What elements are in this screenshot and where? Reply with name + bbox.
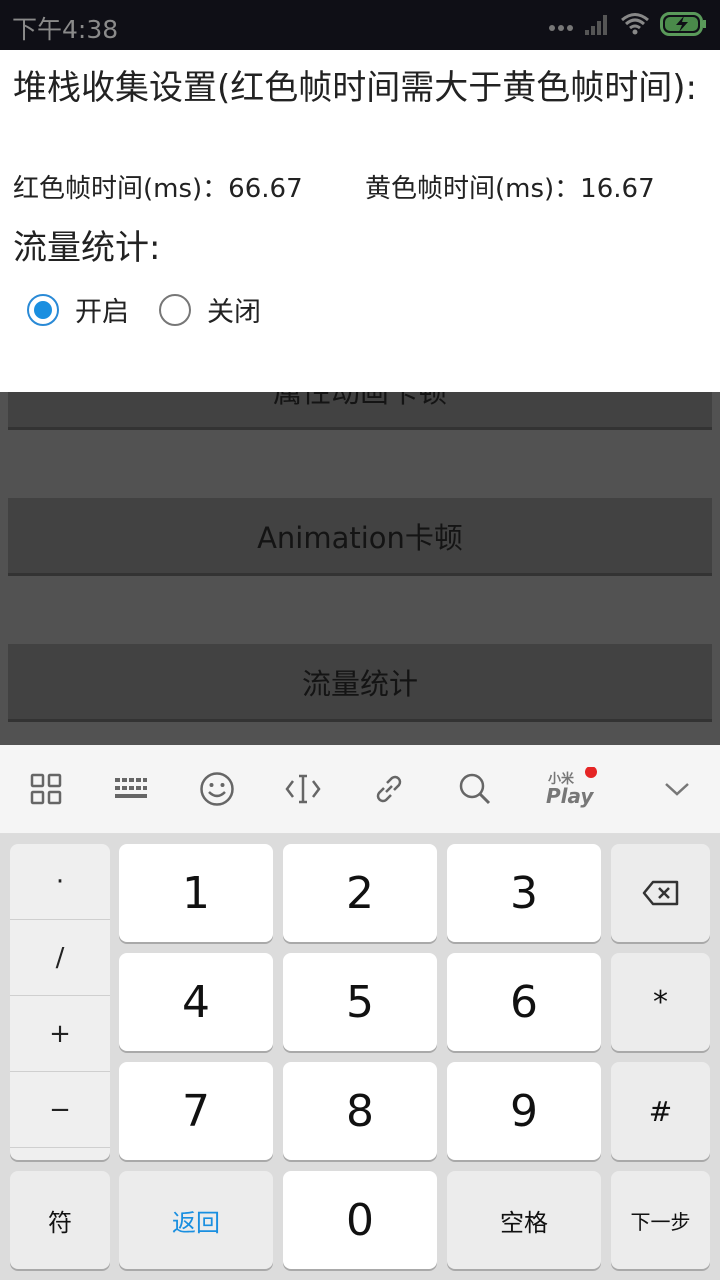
screen: 属性动画卡顿 Animation卡顿 流量统计 下午4:38 堆栈收集设置(红色…	[0, 0, 720, 1280]
key-5[interactable]: 5	[283, 953, 437, 1051]
key-6[interactable]: 6	[447, 953, 601, 1051]
wifi-icon	[620, 12, 650, 40]
key-hash[interactable]: #	[611, 1062, 710, 1160]
mi-play-icon[interactable]: 小米 Play	[540, 765, 600, 813]
svg-text:Play: Play	[546, 784, 594, 808]
yellow-frame-time[interactable]: 黄色帧时间(ms)：16.67	[365, 168, 655, 205]
traffic-stats-button[interactable]: 流量统计	[8, 644, 712, 722]
radio-disable-unchecked-icon[interactable]	[159, 293, 191, 326]
yellow-frame-value[interactable]: 16.67	[580, 174, 654, 204]
key-dot[interactable]: ·	[10, 844, 110, 920]
status-time: 下午4:38	[12, 15, 119, 44]
radio-enable[interactable]: 开启	[27, 290, 129, 329]
battery-charging-icon	[660, 11, 708, 41]
numeric-keyboard: · / + − 1 2 3 4 5 6 * 7 8 9 # 符 返回 0 空格 …	[0, 834, 720, 1280]
key-3[interactable]: 3	[447, 844, 601, 942]
grid-icon[interactable]	[22, 765, 70, 813]
emoji-icon[interactable]	[193, 765, 241, 813]
key-minus[interactable]: −	[10, 1072, 110, 1148]
space-key[interactable]: 空格	[447, 1171, 601, 1269]
keyboard-icon[interactable]	[107, 765, 155, 813]
link-icon[interactable]	[365, 765, 413, 813]
key-8[interactable]: 8	[283, 1062, 437, 1160]
key-0[interactable]: 0	[283, 1171, 437, 1269]
next-key[interactable]: 下一步	[611, 1171, 710, 1269]
key-star[interactable]: *	[611, 953, 710, 1051]
backspace-key[interactable]	[611, 844, 710, 942]
animation-jank-button[interactable]: Animation卡顿	[8, 498, 712, 576]
collapse-chevron-down-icon[interactable]	[653, 765, 701, 813]
radio-disable-label: 关闭	[207, 297, 261, 328]
signal-dots-icon	[548, 17, 574, 36]
symbol-column: · / + −	[10, 844, 110, 1160]
key-2[interactable]: 2	[283, 844, 437, 942]
key-7[interactable]: 7	[119, 1062, 273, 1160]
backspace-icon	[642, 880, 678, 906]
key-1[interactable]: 1	[119, 844, 273, 942]
radio-disable[interactable]: 关闭	[159, 290, 261, 329]
keyboard-toolbar: 小米 Play	[0, 745, 720, 834]
cell-signal-icon	[584, 12, 610, 40]
traffic-stats-label: 流量统计:	[13, 228, 161, 268]
radio-enable-label: 开启	[75, 297, 129, 328]
key-9[interactable]: 9	[447, 1062, 601, 1160]
yellow-frame-label: 黄色帧时间(ms)：	[365, 174, 581, 204]
key-plus[interactable]: +	[10, 996, 110, 1072]
key-slash[interactable]: /	[10, 920, 110, 996]
red-frame-label: 红色帧时间(ms)：	[13, 174, 229, 204]
red-frame-value[interactable]: 66.67	[228, 174, 302, 204]
search-icon[interactable]	[451, 765, 499, 813]
key-4[interactable]: 4	[119, 953, 273, 1051]
status-bar: 下午4:38	[0, 0, 720, 50]
stack-settings-dialog: 堆栈收集设置(红色帧时间需大于黄色帧时间): 红色帧时间(ms)：66.67 黄…	[0, 50, 720, 392]
cursor-icon[interactable]	[279, 765, 327, 813]
radio-enable-checked-icon[interactable]	[27, 293, 59, 326]
back-key[interactable]: 返回	[119, 1171, 273, 1269]
red-frame-time[interactable]: 红色帧时间(ms)：66.67	[13, 168, 303, 205]
symbols-key[interactable]: 符	[10, 1171, 110, 1269]
status-icons	[548, 12, 708, 40]
dialog-title: 堆栈收集设置(红色帧时间需大于黄色帧时间):	[13, 68, 697, 108]
